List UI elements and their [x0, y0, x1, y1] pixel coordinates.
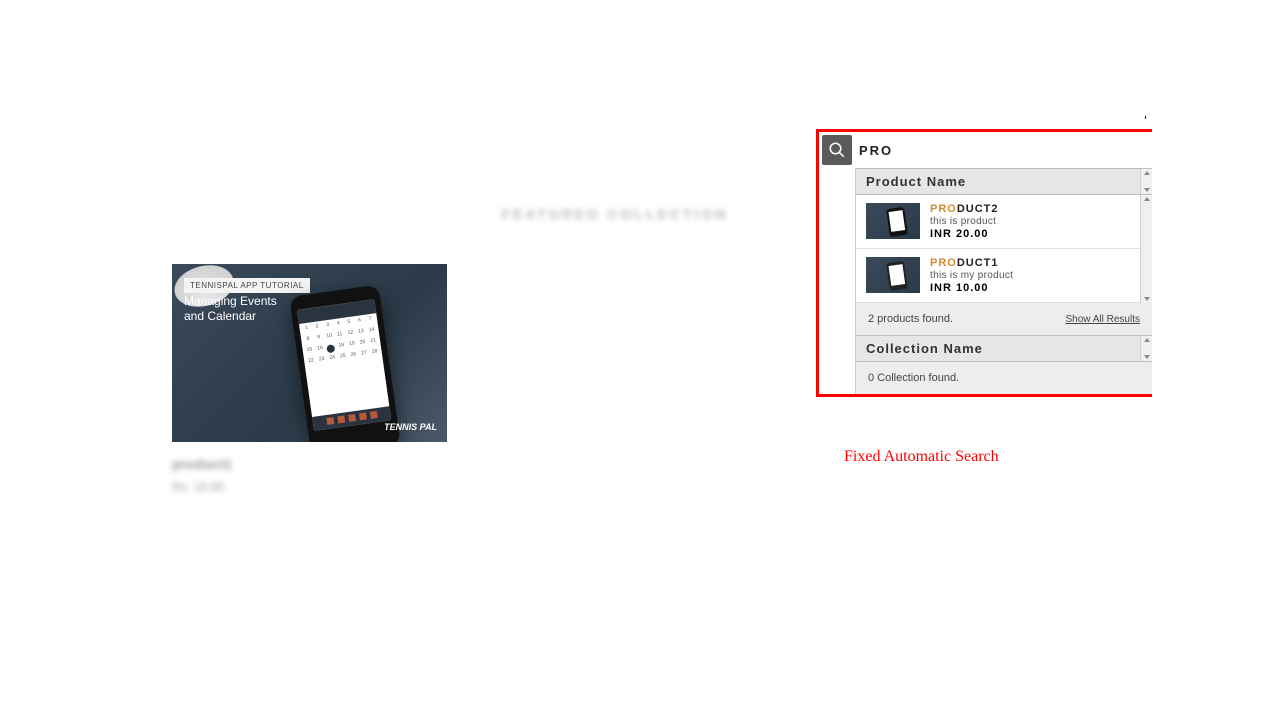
collections-found-count: 0 Collection found.: [856, 362, 1152, 394]
scrollbar[interactable]: [1140, 169, 1152, 194]
show-all-results-link[interactable]: Show All Results: [1066, 314, 1140, 325]
search-icon: [828, 141, 846, 159]
product-card-image[interactable]: TENNISPAL APP TUTORIAL Managing Events a…: [172, 264, 447, 442]
tutorial-title: Managing Events and Calendar: [184, 294, 277, 324]
result-title: PRODUCT1: [930, 257, 1013, 269]
tennispal-logo: TENNIS PAL: [384, 422, 437, 432]
result-thumbnail: [866, 203, 920, 239]
products-footer: 2 products found. Show All Results: [856, 303, 1152, 335]
search-widget: Product Name PRODUCT2 this is product IN…: [816, 129, 1152, 397]
bg-product-price: Rs. 10.00: [172, 480, 224, 494]
result-thumbnail: [866, 257, 920, 293]
product-results-list: PRODUCT2 this is product INR 20.00 PRODU…: [856, 195, 1152, 303]
top-right-mark: ‘: [1144, 112, 1147, 128]
result-price: INR 20.00: [930, 228, 999, 240]
result-title: PRODUCT2: [930, 203, 999, 215]
bg-product-name: product1: [172, 456, 232, 472]
tutorial-strip: TENNISPAL APP TUTORIAL: [184, 278, 310, 293]
result-description: this is product: [930, 216, 999, 227]
products-section-header: Product Name: [856, 168, 1152, 195]
result-description: this is my product: [930, 270, 1013, 281]
result-price: INR 10.00: [930, 282, 1013, 294]
search-result-item[interactable]: PRODUCT1 this is my product INR 10.00: [856, 249, 1152, 303]
scrollbar[interactable]: [1140, 195, 1152, 303]
search-result-item[interactable]: PRODUCT2 this is product INR 20.00: [856, 195, 1152, 249]
collections-section-header: Collection Name: [856, 335, 1152, 362]
scrollbar[interactable]: [1140, 336, 1152, 361]
search-input[interactable]: [855, 132, 1152, 168]
phone-mockup: 1234567 891011121314 151618192021 222324…: [289, 285, 401, 442]
search-icon-button[interactable]: [822, 135, 852, 165]
products-found-count: 2 products found.: [868, 313, 953, 325]
annotation-label: Fixed Automatic Search: [844, 448, 999, 466]
